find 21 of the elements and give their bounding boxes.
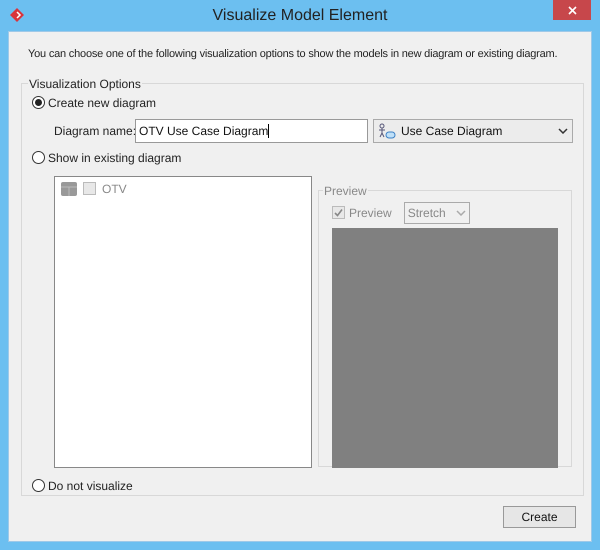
app-logo-icon — [10, 8, 24, 22]
use-case-diagram-icon — [378, 122, 396, 138]
table-icon — [61, 182, 77, 196]
close-button[interactable] — [553, 0, 591, 20]
chevron-down-icon — [558, 128, 568, 134]
group-title: Visualization Options — [28, 76, 142, 92]
group-title: Preview — [323, 182, 368, 200]
create-button[interactable]: Create — [503, 506, 576, 528]
diagram-type-dropdown[interactable]: Use Case Diagram — [373, 118, 573, 142]
radio-button[interactable] — [32, 479, 45, 492]
radio-label[interactable]: Create new diagram — [48, 94, 156, 112]
chevron-down-icon — [456, 210, 466, 216]
radio-button[interactable] — [32, 96, 45, 109]
window-title: Visualize Model Element — [212, 6, 388, 26]
field-label: Diagram name: — [54, 122, 135, 140]
radio-button[interactable] — [32, 151, 45, 164]
description-text: You can choose one of the following visualization options to show the models in new diagram or existing diagram. — [27, 47, 558, 62]
radio-label[interactable]: Do not visualize — [48, 476, 133, 494]
radio-label[interactable]: Show in existing diagram — [48, 148, 182, 166]
close-icon — [568, 6, 576, 14]
diagram-name-field[interactable]: OTV Use Case Diagram — [135, 118, 368, 142]
